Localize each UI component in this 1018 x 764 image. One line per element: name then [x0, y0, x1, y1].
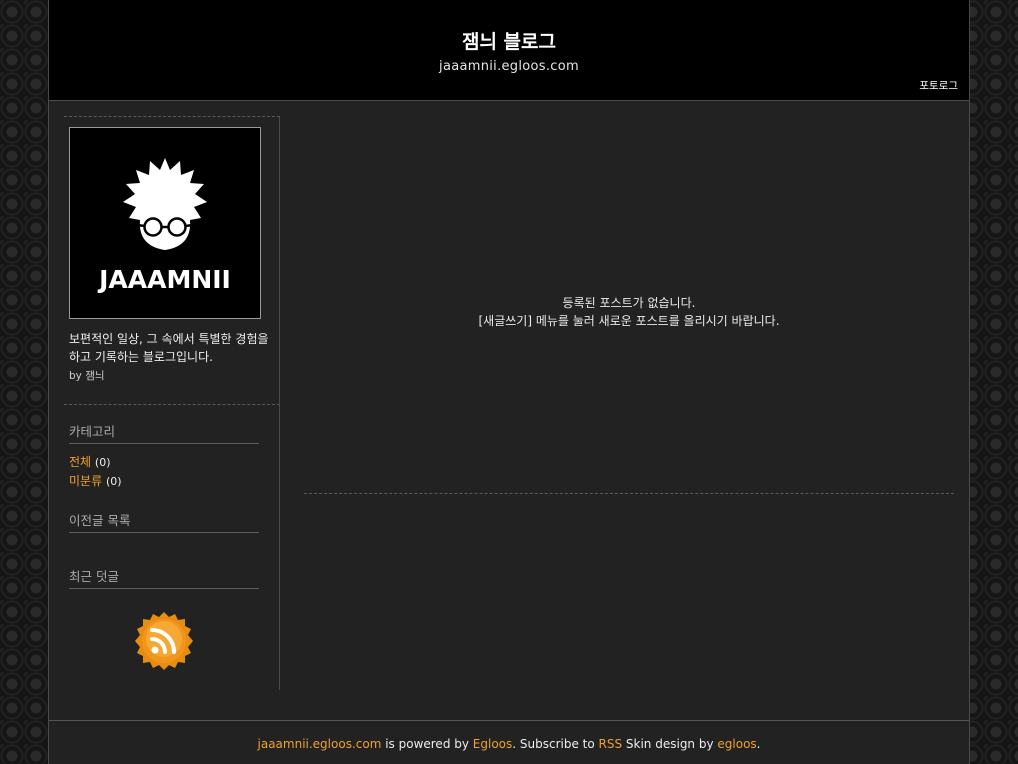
- category-link[interactable]: 전체: [69, 455, 91, 469]
- footer-text: . Subscribe to: [512, 737, 599, 751]
- main-content: 등록된 포스트가 없습니다. [새글쓰기] 메뉴를 눌러 새로운 포스트를 올리…: [304, 117, 954, 497]
- logo-text: JAAAMNII: [97, 265, 231, 294]
- archive-heading: 이전글 목록: [69, 510, 259, 533]
- footer-rss-link[interactable]: RSS: [599, 737, 623, 751]
- recent-comments-heading: 최근 덧글: [69, 566, 259, 589]
- footer-text: Skin design by: [622, 737, 718, 751]
- author-name: 잼늬: [85, 370, 105, 382]
- column-divider: [279, 117, 280, 690]
- category-item-uncategorized[interactable]: 미분류 (0): [69, 472, 122, 489]
- empty-post-message: 등록된 포스트가 없습니다. [새글쓰기] 메뉴를 눌러 새로운 포스트를 올리…: [304, 294, 954, 330]
- page-container: 잼늬 블로그 jaaamnii.egloos.com 포토로그 JAAAMNII…: [48, 0, 970, 764]
- empty-message-line1: 등록된 포스트가 없습니다.: [562, 296, 696, 310]
- blog-title[interactable]: 잼늬 블로그: [49, 27, 969, 54]
- jaaamnii-logo: JAAAMNII: [97, 158, 231, 294]
- profile-description: 보편적인 일상, 그 속에서 특별한 경험을 하고 기록하는 블로그입니다.: [69, 332, 269, 364]
- sidebar-divider: [64, 404, 280, 405]
- sidebar: JAAAMNII 보편적인 일상, 그 속에서 특별한 경험을 하고 기록하는 …: [64, 116, 280, 690]
- footer-text: .: [756, 737, 761, 751]
- empty-message-line2: [새글쓰기] 메뉴를 눌러 새로운 포스트를 올리시기 바랍니다.: [478, 314, 780, 328]
- footer-egloos-link[interactable]: Egloos: [473, 737, 512, 751]
- category-link[interactable]: 미분류: [69, 474, 102, 488]
- footer-skin-link[interactable]: egloos: [717, 737, 756, 751]
- category-item-all[interactable]: 전체 (0): [69, 453, 111, 470]
- blog-url: jaaamnii.egloos.com: [439, 59, 579, 74]
- category-count: (0): [94, 456, 111, 469]
- photolog-link[interactable]: 포토로그: [919, 78, 958, 93]
- profile-image: JAAAMNII: [69, 127, 261, 319]
- rss-button[interactable]: [134, 611, 194, 671]
- blog-header: 잼늬 블로그 jaaamnii.egloos.com 포토로그: [49, 0, 969, 101]
- footer: jaaamnii.egloos.com is powered by Egloos…: [49, 720, 969, 764]
- category-count: (0): [105, 475, 122, 488]
- footer-site-link[interactable]: jaaamnii.egloos.com: [258, 737, 382, 751]
- main-divider: [304, 493, 954, 494]
- rss-icon[interactable]: [134, 611, 194, 671]
- categories-heading: 카테고리: [69, 421, 259, 444]
- by-label: by: [69, 370, 82, 382]
- profile-author: by 잼늬: [69, 368, 105, 383]
- footer-text: is powered by: [381, 737, 473, 751]
